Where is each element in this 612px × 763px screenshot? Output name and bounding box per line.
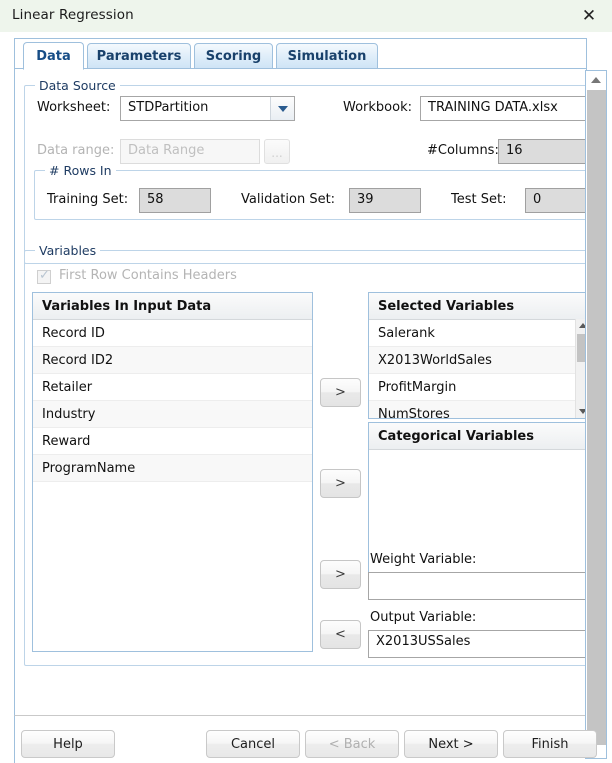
worksheet-combo[interactable]: STDPartition xyxy=(120,96,295,121)
linear-regression-dialog: Linear Regression ✕ Data Parameters Scor… xyxy=(0,0,612,763)
input-variables-list-header: Variables In Input Data xyxy=(33,293,312,320)
list-item[interactable]: Industry xyxy=(33,401,312,428)
dialog-button-bar: Help Cancel < Back Next > Finish xyxy=(14,715,597,763)
variables-group-label: Variables xyxy=(35,243,101,258)
output-variable-label: Output Variable: xyxy=(370,610,477,625)
workbook-combo[interactable]: TRAINING DATA.xlsx xyxy=(420,96,586,121)
list-item[interactable]: ProfitMargin xyxy=(369,374,586,401)
dialog-vertical-scrollbar[interactable] xyxy=(585,70,607,759)
finish-button[interactable]: Finish xyxy=(503,730,597,758)
columns-value-field: 16 xyxy=(498,139,586,164)
back-button[interactable]: < Back xyxy=(305,730,399,758)
first-row-headers-checkbox[interactable]: ✓ xyxy=(37,268,51,284)
training-set-value: 58 xyxy=(147,192,164,207)
columns-value: 16 xyxy=(506,143,523,158)
worksheet-label: Worksheet: xyxy=(37,100,111,115)
selected-variables-list[interactable]: Selected Variables Salerank X2013WorldSa… xyxy=(368,292,586,419)
selected-variables-list-header: Selected Variables xyxy=(369,293,586,320)
validation-set-label: Validation Set: xyxy=(241,192,336,207)
remove-output-variable-button[interactable]: < xyxy=(320,620,361,649)
test-set-field: 0 xyxy=(525,188,586,213)
tab-scoring[interactable]: Scoring xyxy=(194,43,273,69)
list-item[interactable]: Record ID2 xyxy=(33,347,312,374)
validation-set-field: 39 xyxy=(349,188,421,213)
list-item[interactable]: Retailer xyxy=(33,374,312,401)
tab-data[interactable]: Data xyxy=(23,42,84,70)
dialog-body: Data Parameters Scoring Simulation Data … xyxy=(0,32,612,763)
data-range-placeholder: Data Range xyxy=(128,143,205,158)
list-item[interactable]: NumStores xyxy=(369,401,586,418)
training-set-label: Training Set: xyxy=(47,192,129,207)
training-set-field: 58 xyxy=(139,188,211,213)
list-item[interactable]: Reward xyxy=(33,428,312,455)
help-button[interactable]: Help xyxy=(21,730,115,758)
list-item[interactable]: X2013WorldSales xyxy=(369,347,586,374)
close-icon[interactable]: ✕ xyxy=(576,4,602,28)
check-icon: ✓ xyxy=(39,268,50,283)
tab-parameters[interactable]: Parameters xyxy=(87,43,191,69)
scroll-up-icon[interactable] xyxy=(587,72,605,88)
cancel-button[interactable]: Cancel xyxy=(206,730,300,758)
add-categorical-variable-button[interactable]: > xyxy=(320,469,361,498)
data-source-group-label: Data Source xyxy=(35,78,120,93)
output-variable-value: X2013USSales xyxy=(376,634,471,649)
weight-variable-input[interactable] xyxy=(368,572,586,600)
list-item[interactable]: Record ID xyxy=(33,320,312,347)
title-bar: Linear Regression ✕ xyxy=(0,0,612,33)
chevron-down-icon[interactable] xyxy=(270,97,294,120)
validation-set-value: 39 xyxy=(357,192,374,207)
add-weight-variable-button[interactable]: > xyxy=(320,560,361,589)
list-item[interactable]: ProgramName xyxy=(33,455,312,482)
window-title: Linear Regression xyxy=(12,7,134,23)
data-range-input[interactable]: Data Range xyxy=(120,139,260,164)
workbook-label: Workbook: xyxy=(343,100,412,115)
content-pane: Data Parameters Scoring Simulation Data … xyxy=(14,38,587,716)
first-row-headers-label: First Row Contains Headers xyxy=(59,268,237,283)
tab-simulation[interactable]: Simulation xyxy=(276,43,378,69)
categorical-variables-list-header: Categorical Variables xyxy=(369,423,586,450)
data-range-label: Data range: xyxy=(37,143,115,158)
rows-in-group-label: # Rows In xyxy=(45,163,116,178)
weight-variable-label: Weight Variable: xyxy=(370,552,477,567)
tab-strip: Data Parameters Scoring Simulation xyxy=(15,39,586,71)
add-selected-variable-button[interactable]: > xyxy=(320,378,361,407)
output-variable-input[interactable]: X2013USSales xyxy=(368,630,586,658)
input-variables-list[interactable]: Variables In Input Data Record ID Record… xyxy=(32,292,313,652)
workbook-value: TRAINING DATA.xlsx xyxy=(428,100,558,115)
scrollbar-thumb[interactable] xyxy=(587,90,606,745)
test-set-value: 0 xyxy=(533,192,542,207)
worksheet-value: STDPartition xyxy=(128,100,209,115)
test-set-label: Test Set: xyxy=(451,192,507,207)
list-item[interactable]: Salerank xyxy=(369,320,586,347)
columns-label: #Columns: xyxy=(427,143,499,158)
browse-data-range-button[interactable]: ... xyxy=(264,139,290,164)
next-button[interactable]: Next > xyxy=(404,730,498,758)
